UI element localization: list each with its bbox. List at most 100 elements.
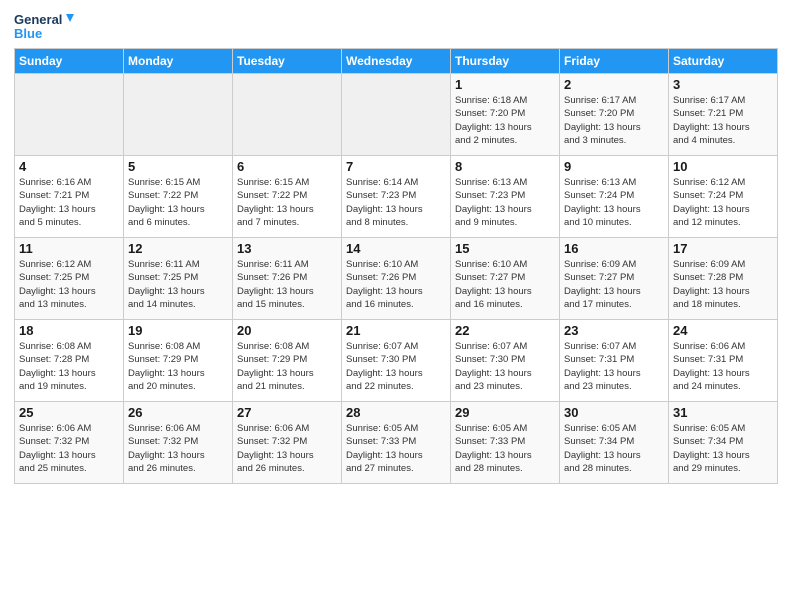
day-number: 15	[455, 241, 555, 256]
calendar-cell	[233, 74, 342, 156]
calendar-cell: 1Sunrise: 6:18 AMSunset: 7:20 PMDaylight…	[451, 74, 560, 156]
weekday-header: Sunday	[15, 49, 124, 74]
day-number: 8	[455, 159, 555, 174]
calendar-cell: 9Sunrise: 6:13 AMSunset: 7:24 PMDaylight…	[560, 156, 669, 238]
calendar-cell: 11 Sunrise: 6:12 AMSunset: 7:25 PMDayligh…	[15, 238, 124, 320]
day-number: 20	[237, 323, 337, 338]
day-info: Sunrise: 6:18 AMSunset: 7:20 PMDaylight:…	[455, 94, 555, 147]
weekday-header: Wednesday	[342, 49, 451, 74]
day-info: Sunrise: 6:09 AMSunset: 7:27 PMDaylight:…	[564, 258, 664, 311]
day-number: 17	[673, 241, 773, 256]
day-info: Sunrise: 6:10 AMSunset: 7:26 PMDaylight:…	[346, 258, 446, 311]
calendar-cell: 7 Sunrise: 6:14 AMSunset: 7:23 PMDaylight…	[342, 156, 451, 238]
day-number: 27	[237, 405, 337, 420]
day-number: 6	[237, 159, 337, 174]
calendar-cell: 30 Sunrise: 6:05 AMSunset: 7:34 PMDayligh…	[560, 402, 669, 484]
day-number: 21	[346, 323, 446, 338]
day-number: 16	[564, 241, 664, 256]
calendar-cell: 10Sunrise: 6:12 AMSunset: 7:24 PMDayligh…	[669, 156, 778, 238]
day-info: Sunrise: 6:08 AMSunset: 7:29 PMDaylight:…	[128, 340, 228, 393]
calendar-header-row: SundayMondayTuesdayWednesdayThursdayFrid…	[15, 49, 778, 74]
day-info: Sunrise: 6:05 AMSunset: 7:34 PMDaylight:…	[673, 422, 773, 475]
weekday-header: Saturday	[669, 49, 778, 74]
calendar-cell: 21 Sunrise: 6:07 AMSunset: 7:30 PMDayligh…	[342, 320, 451, 402]
day-info: Sunrise: 6:07 AMSunset: 7:30 PMDaylight:…	[455, 340, 555, 393]
day-number: 3	[673, 77, 773, 92]
weekday-header: Tuesday	[233, 49, 342, 74]
calendar-cell: 5 Sunrise: 6:15 AMSunset: 7:22 PMDaylight…	[124, 156, 233, 238]
calendar-cell: 15 Sunrise: 6:10 AMSunset: 7:27 PMDayligh…	[451, 238, 560, 320]
day-number: 22	[455, 323, 555, 338]
day-info: Sunrise: 6:07 AMSunset: 7:30 PMDaylight:…	[346, 340, 446, 393]
day-number: 11	[19, 241, 119, 256]
day-info: Sunrise: 6:15 AMSunset: 7:22 PMDaylight:…	[237, 176, 337, 229]
day-number: 30	[564, 405, 664, 420]
calendar-week-row: 1Sunrise: 6:18 AMSunset: 7:20 PMDaylight…	[15, 74, 778, 156]
day-info: Sunrise: 6:13 AMSunset: 7:23 PMDaylight:…	[455, 176, 555, 229]
day-number: 24	[673, 323, 773, 338]
day-number: 7	[346, 159, 446, 174]
calendar-cell: 31Sunrise: 6:05 AMSunset: 7:34 PMDayligh…	[669, 402, 778, 484]
calendar-cell: 24 Sunrise: 6:06 AMSunset: 7:31 PMDayligh…	[669, 320, 778, 402]
day-info: Sunrise: 6:17 AMSunset: 7:20 PMDaylight:…	[564, 94, 664, 147]
calendar-cell: 26Sunrise: 6:06 AMSunset: 7:32 PMDayligh…	[124, 402, 233, 484]
calendar-cell: 14Sunrise: 6:10 AMSunset: 7:26 PMDayligh…	[342, 238, 451, 320]
calendar-cell: 25 Sunrise: 6:06 AMSunset: 7:32 PMDayligh…	[15, 402, 124, 484]
calendar-cell: 2 Sunrise: 6:17 AMSunset: 7:20 PMDaylight…	[560, 74, 669, 156]
day-number: 29	[455, 405, 555, 420]
day-info: Sunrise: 6:06 AMSunset: 7:31 PMDaylight:…	[673, 340, 773, 393]
calendar-week-row: 11 Sunrise: 6:12 AMSunset: 7:25 PMDayligh…	[15, 238, 778, 320]
calendar-cell	[124, 74, 233, 156]
day-info: Sunrise: 6:16 AMSunset: 7:21 PMDaylight:…	[19, 176, 119, 229]
calendar-cell: 17 Sunrise: 6:09 AMSunset: 7:28 PMDayligh…	[669, 238, 778, 320]
day-number: 5	[128, 159, 228, 174]
calendar-cell	[342, 74, 451, 156]
day-number: 2	[564, 77, 664, 92]
calendar-cell: 20 Sunrise: 6:08 AMSunset: 7:29 PMDayligh…	[233, 320, 342, 402]
weekday-header: Friday	[560, 49, 669, 74]
day-info: Sunrise: 6:12 AMSunset: 7:24 PMDaylight:…	[673, 176, 773, 229]
calendar-cell: 18 Sunrise: 6:08 AMSunset: 7:28 PMDayligh…	[15, 320, 124, 402]
day-number: 12	[128, 241, 228, 256]
svg-text:Blue: Blue	[14, 26, 42, 41]
day-info: Sunrise: 6:09 AMSunset: 7:28 PMDaylight:…	[673, 258, 773, 311]
calendar-body: 1Sunrise: 6:18 AMSunset: 7:20 PMDaylight…	[15, 74, 778, 484]
page-container: General Blue SundayMondayTuesdayWednesda…	[0, 0, 792, 612]
weekday-header: Monday	[124, 49, 233, 74]
calendar-week-row: 25 Sunrise: 6:06 AMSunset: 7:32 PMDayligh…	[15, 402, 778, 484]
day-info: Sunrise: 6:05 AMSunset: 7:34 PMDaylight:…	[564, 422, 664, 475]
day-info: Sunrise: 6:14 AMSunset: 7:23 PMDaylight:…	[346, 176, 446, 229]
calendar-cell: 12Sunrise: 6:11 AMSunset: 7:25 PMDayligh…	[124, 238, 233, 320]
day-info: Sunrise: 6:13 AMSunset: 7:24 PMDaylight:…	[564, 176, 664, 229]
calendar-cell: 19Sunrise: 6:08 AMSunset: 7:29 PMDayligh…	[124, 320, 233, 402]
day-info: Sunrise: 6:06 AMSunset: 7:32 PMDaylight:…	[237, 422, 337, 475]
logo: General Blue	[14, 10, 74, 42]
calendar-week-row: 4Sunrise: 6:16 AMSunset: 7:21 PMDaylight…	[15, 156, 778, 238]
day-number: 13	[237, 241, 337, 256]
calendar-cell: 23Sunrise: 6:07 AMSunset: 7:31 PMDayligh…	[560, 320, 669, 402]
day-number: 18	[19, 323, 119, 338]
day-number: 23	[564, 323, 664, 338]
day-number: 28	[346, 405, 446, 420]
svg-text:General: General	[14, 12, 62, 27]
calendar-week-row: 18 Sunrise: 6:08 AMSunset: 7:28 PMDayligh…	[15, 320, 778, 402]
day-info: Sunrise: 6:12 AMSunset: 7:25 PMDaylight:…	[19, 258, 119, 311]
header: General Blue	[14, 10, 778, 42]
calendar-table: SundayMondayTuesdayWednesdayThursdayFrid…	[14, 48, 778, 484]
calendar-cell: 28Sunrise: 6:05 AMSunset: 7:33 PMDayligh…	[342, 402, 451, 484]
day-info: Sunrise: 6:08 AMSunset: 7:29 PMDaylight:…	[237, 340, 337, 393]
day-info: Sunrise: 6:15 AMSunset: 7:22 PMDaylight:…	[128, 176, 228, 229]
day-info: Sunrise: 6:05 AMSunset: 7:33 PMDaylight:…	[455, 422, 555, 475]
day-info: Sunrise: 6:06 AMSunset: 7:32 PMDaylight:…	[19, 422, 119, 475]
calendar-cell	[15, 74, 124, 156]
day-info: Sunrise: 6:11 AMSunset: 7:26 PMDaylight:…	[237, 258, 337, 311]
logo-svg: General Blue	[14, 10, 74, 42]
calendar-cell: 29 Sunrise: 6:05 AMSunset: 7:33 PMDayligh…	[451, 402, 560, 484]
weekday-header: Thursday	[451, 49, 560, 74]
day-info: Sunrise: 6:08 AMSunset: 7:28 PMDaylight:…	[19, 340, 119, 393]
day-number: 26	[128, 405, 228, 420]
calendar-cell: 13 Sunrise: 6:11 AMSunset: 7:26 PMDayligh…	[233, 238, 342, 320]
day-info: Sunrise: 6:10 AMSunset: 7:27 PMDaylight:…	[455, 258, 555, 311]
day-number: 25	[19, 405, 119, 420]
day-info: Sunrise: 6:17 AMSunset: 7:21 PMDaylight:…	[673, 94, 773, 147]
